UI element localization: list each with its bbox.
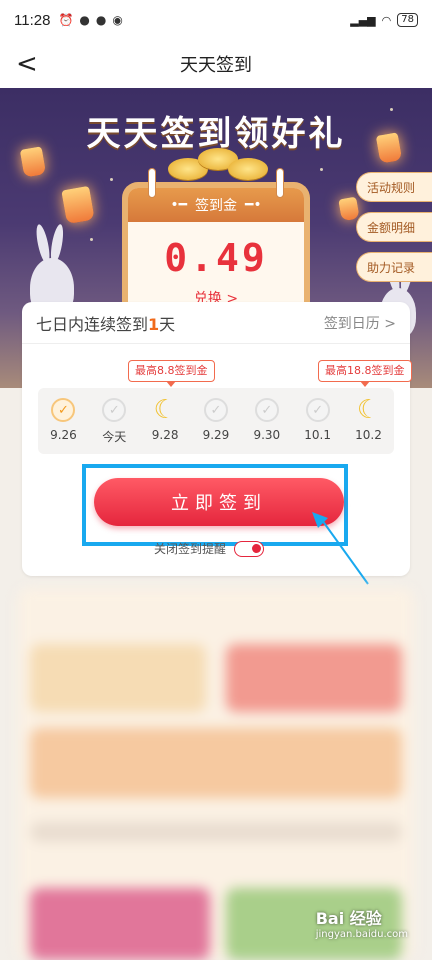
check-icon: ✓ xyxy=(203,398,228,422)
sign-in-button[interactable]: 立即签到 xyxy=(94,478,344,526)
streak-count: 1 xyxy=(148,314,160,334)
check-icon: ✓ xyxy=(51,398,76,422)
day-item: ✓ 10.1 xyxy=(296,398,340,454)
calendar-link[interactable]: 签到日历 > xyxy=(324,313,396,333)
day-label: 今天 xyxy=(102,430,127,444)
checkin-card: 七日内连续签到1天 签到日历 > 最高8.8签到金 最高18.8签到金 ✓ 9.2… xyxy=(22,302,412,576)
check-icon: ✓ xyxy=(102,398,127,422)
calendar-label: 签到金 xyxy=(195,198,237,214)
streak-title: 七日内连续签到1天 xyxy=(36,311,175,335)
moon-icon: ☾ xyxy=(356,395,381,425)
star-decoration xyxy=(320,168,323,171)
lantern-decoration xyxy=(61,185,95,225)
star-decoration xyxy=(90,238,93,241)
star-decoration xyxy=(110,178,113,181)
day-label: 9.29 xyxy=(202,428,230,442)
day-label: 10.1 xyxy=(304,428,331,442)
balance-amount: 0.49 xyxy=(164,236,268,280)
wifi-icon: ◠ xyxy=(381,13,392,27)
amount-detail-button[interactable]: 金额明细 xyxy=(356,212,432,242)
rules-button[interactable]: 活动规则 xyxy=(356,172,432,202)
back-icon[interactable]: < xyxy=(16,49,38,79)
day-item: ✓ 今天 xyxy=(92,398,136,454)
moon-icon: ☾ xyxy=(153,395,177,425)
highlight-box: 立即签到 xyxy=(82,464,348,546)
reminder-label: 关闭签到提醒 xyxy=(154,542,227,556)
reminder-toggle[interactable] xyxy=(234,540,265,557)
streak-prefix: 七日内连续签到 xyxy=(36,314,149,334)
check-icon: ✓ xyxy=(254,398,279,422)
lantern-decoration xyxy=(19,146,47,178)
watermark-main: Bai 经验 xyxy=(315,909,382,928)
blur-card xyxy=(30,644,206,712)
day-label: 9.28 xyxy=(151,428,179,442)
blur-card xyxy=(226,644,402,712)
watermark: Bai 经验 jingyan.baidu.com xyxy=(316,905,408,940)
watermark-sub: jingyan.baidu.com xyxy=(315,929,408,940)
blur-bar xyxy=(30,822,402,842)
checkin-card-header: 七日内连续签到1天 签到日历 > xyxy=(22,302,410,344)
day-label: 9.26 xyxy=(50,428,77,442)
day-item: ✓ 9.29 xyxy=(194,398,238,454)
app-notification-icon: ◉ xyxy=(112,13,123,27)
nav-bar: < 天天签到 xyxy=(0,40,432,88)
day-item: ☾ 9.28 xyxy=(143,395,187,454)
signal-icon: ▂▄▆ xyxy=(350,13,376,27)
coin-decoration xyxy=(228,158,268,180)
streak-suffix: 天 xyxy=(159,314,176,334)
day-item: ✓ 9.30 xyxy=(245,398,289,454)
status-time: 11:28 xyxy=(14,11,51,29)
day-item: ✓ 9.26 xyxy=(41,398,85,454)
lantern-decoration xyxy=(375,132,403,164)
day-label: 9.30 xyxy=(253,428,281,442)
blur-card xyxy=(30,888,210,960)
lantern-decoration xyxy=(338,196,360,222)
reminder-row: 关闭签到提醒 xyxy=(154,540,265,557)
check-icon: ✓ xyxy=(305,398,330,422)
status-bar: 11:28 ⏰ ● ● ◉ ▂▄▆ ◠ 78 xyxy=(0,0,432,40)
calendar-ring xyxy=(148,168,156,198)
status-right: ▂▄▆ ◠ 78 xyxy=(350,13,418,27)
help-record-button[interactable]: 助力记录 xyxy=(356,252,432,282)
calendar-ring xyxy=(276,168,284,198)
app-notification-icon: ● xyxy=(95,13,107,27)
day-label: 10.2 xyxy=(355,428,382,442)
page-title: 天天签到 xyxy=(180,55,252,76)
day-strip: ✓ 9.26 ✓ 今天 ☾ 9.28 ✓ 9.29 ✓ 9.30 ✓ 10.1 ☾ 10.2 xyxy=(38,388,394,454)
reward-bubble: 最高18.8签到金 xyxy=(318,360,412,387)
reward-bubble: 最高8.8签到金 xyxy=(128,360,215,387)
blur-card xyxy=(30,728,402,798)
alarm-icon: ⏰ xyxy=(58,13,74,27)
app-notification-icon: ● xyxy=(79,13,90,27)
day-item: ☾ 10.2 xyxy=(346,395,390,454)
battery-icon: 78 xyxy=(397,13,418,27)
